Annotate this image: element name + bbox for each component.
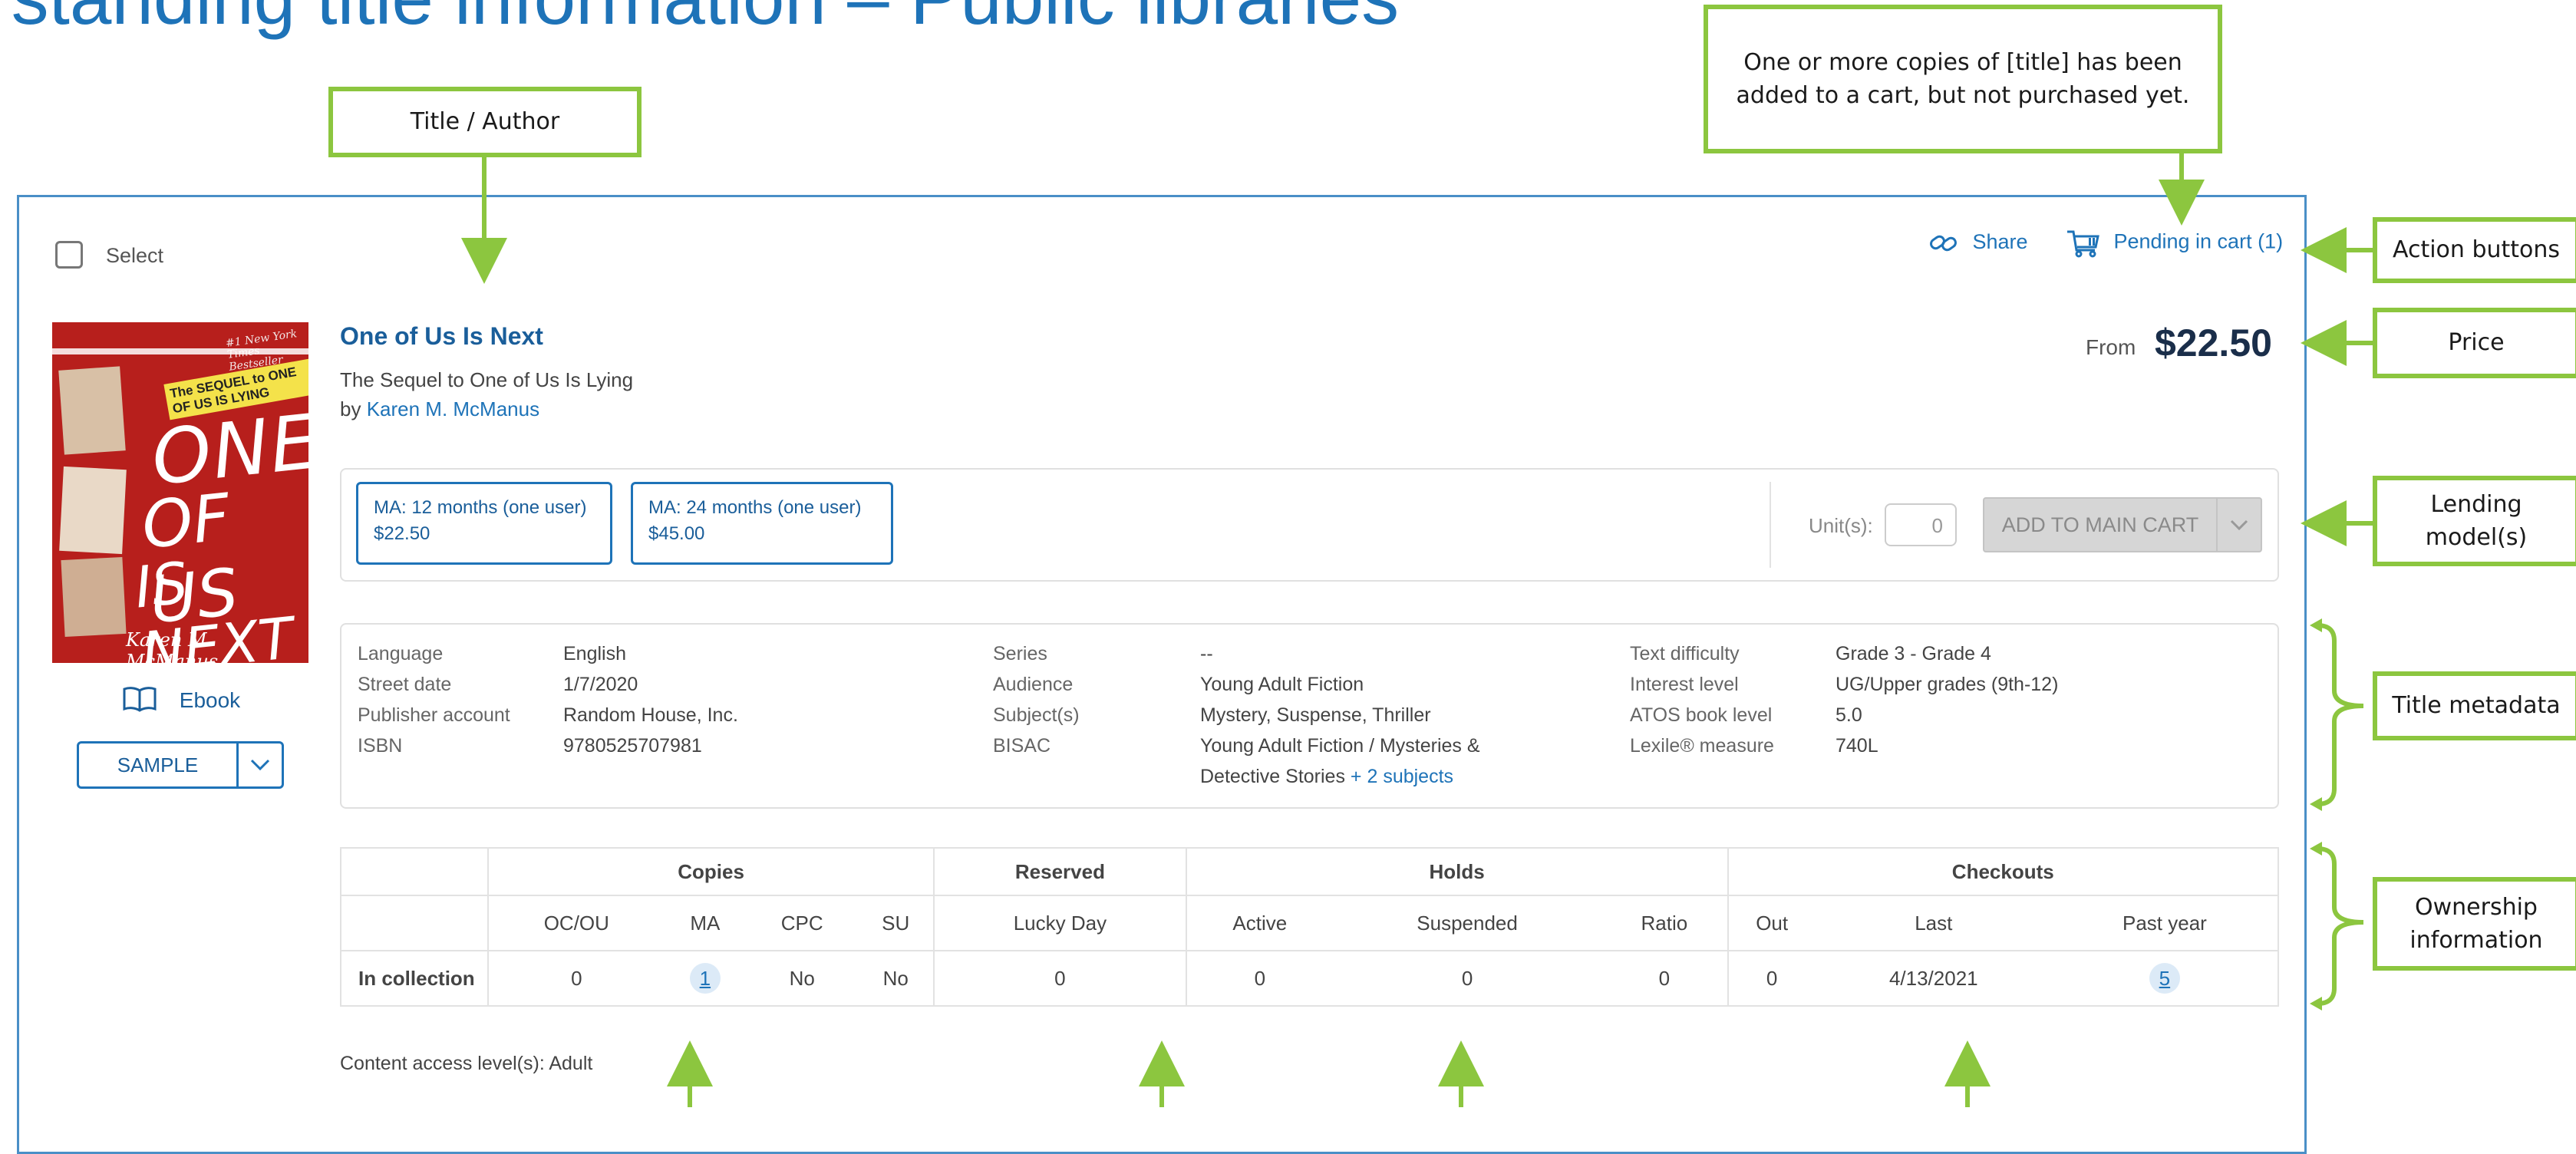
bracket — [2317, 623, 2364, 806]
bracket — [2317, 846, 2364, 1006]
callout-arrows — [461, 153, 2373, 1107]
